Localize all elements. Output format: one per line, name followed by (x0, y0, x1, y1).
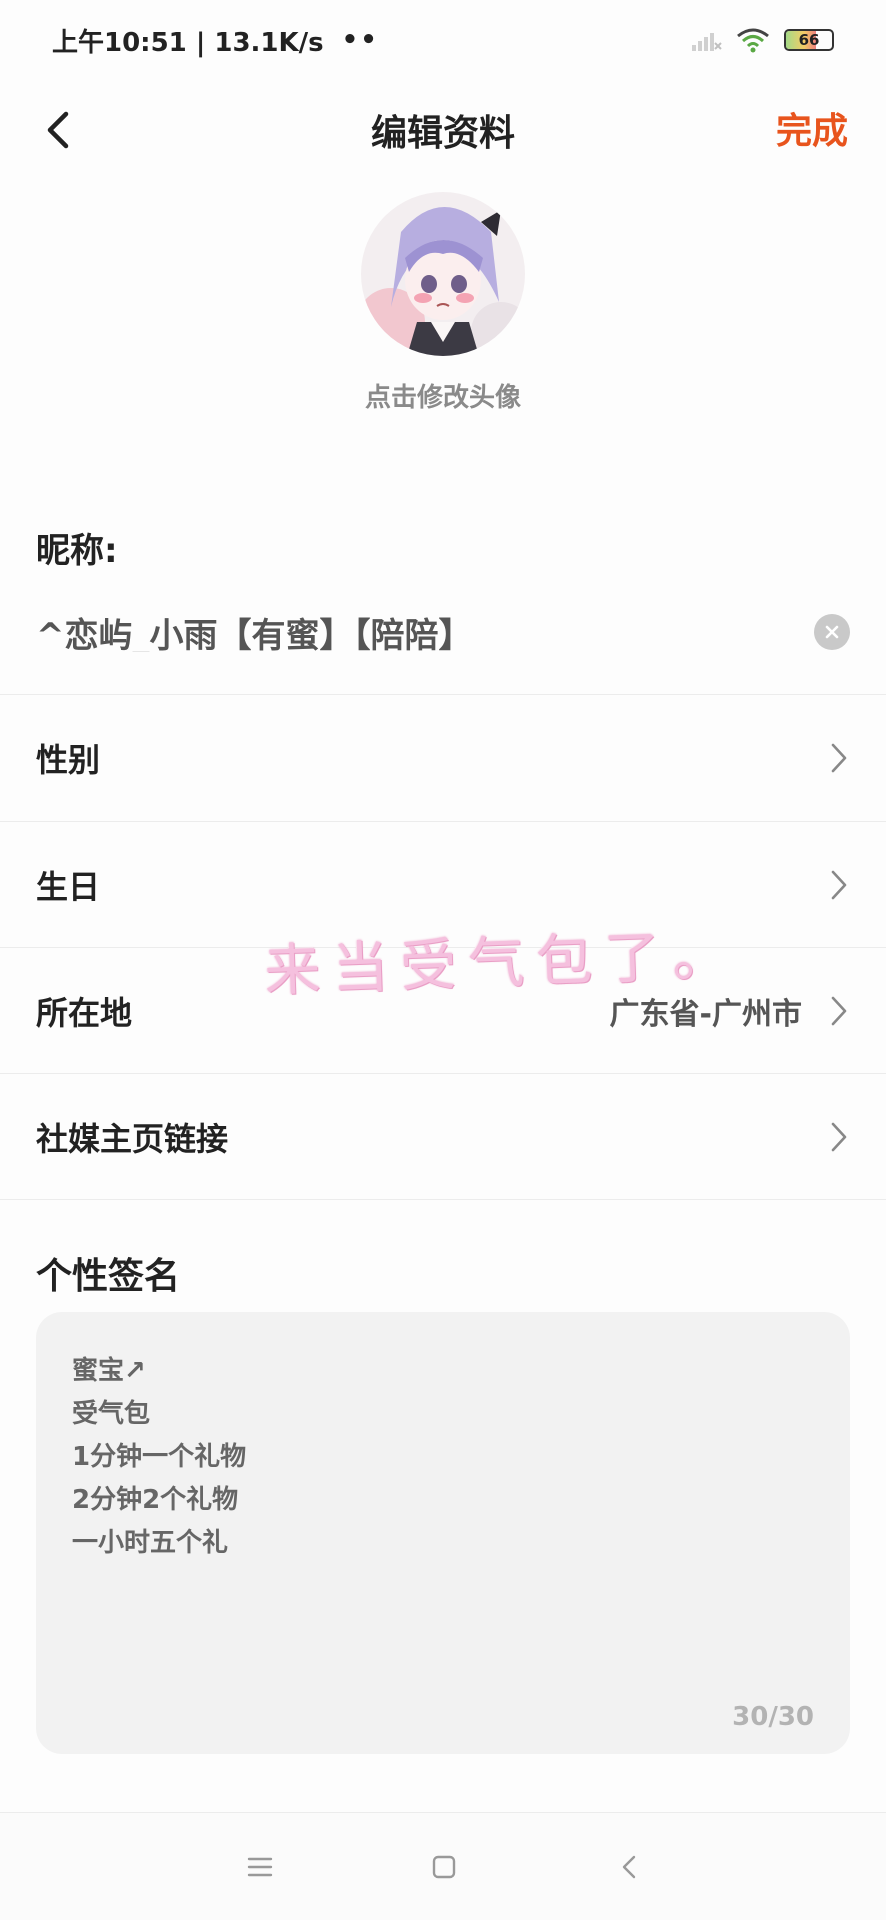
back-button[interactable] (36, 106, 80, 154)
row-social-link[interactable]: 社媒主页链接 (0, 1074, 886, 1200)
status-dots: •• (341, 25, 379, 55)
signature-line: 1分钟一个礼物 (72, 1442, 247, 1472)
signature-textarea[interactable]: 蜜宝↗ 受气包 1分钟一个礼物 2分钟2个礼物 一小时五个礼 30/30 (36, 1312, 850, 1754)
row-gender[interactable]: 性别 (0, 695, 886, 821)
birthday-label: 生日 (36, 868, 101, 906)
status-bar: 上午10:51 | 13.1K/s •• 66 (0, 0, 886, 80)
row-location[interactable]: 所在地 广东省-广州市 (0, 948, 886, 1074)
signature-line: 蜜宝↗ (72, 1356, 146, 1386)
status-left: 上午10:51 | 13.1K/s •• (52, 22, 379, 59)
nickname-label: 昵称: (36, 531, 118, 571)
wifi-icon (737, 28, 769, 53)
menu-icon[interactable] (242, 1849, 278, 1885)
signature-line: 2分钟2个礼物 (72, 1485, 239, 1515)
signature-line: 一小时五个礼 (72, 1528, 229, 1558)
divider (0, 1199, 886, 1200)
chevron-right-icon (831, 996, 847, 1026)
location-label: 所在地 (36, 994, 133, 1032)
system-nav-bar (0, 1812, 886, 1920)
nickname-input[interactable] (36, 612, 814, 652)
status-time-speed: 上午10:51 | 13.1K/s (52, 27, 324, 58)
avatar-hint: 点击修改头像 (364, 383, 521, 413)
signature-title: 个性签名 (36, 1256, 181, 1297)
back-nav-icon[interactable] (612, 1849, 648, 1885)
chevron-right-icon (831, 1122, 847, 1152)
chevron-right-icon (831, 743, 847, 773)
battery-icon: 66 (784, 29, 834, 51)
row-birthday[interactable]: 生日 (0, 822, 886, 948)
clear-button[interactable] (814, 614, 850, 650)
home-icon[interactable] (426, 1849, 462, 1885)
signature-counter: 30/30 (732, 1702, 814, 1732)
avatar-image (361, 192, 525, 356)
location-value: 广东省-广州市 (609, 997, 802, 1032)
done-button[interactable]: 完成 (776, 102, 848, 154)
signal-icon (692, 33, 722, 51)
page-title: 编辑资料 (370, 113, 515, 154)
chevron-right-icon (831, 870, 847, 900)
gender-label: 性别 (36, 741, 101, 779)
signature-line: 受气包 (72, 1399, 151, 1429)
nav-bar: 编辑资料 完成 (0, 80, 886, 180)
nickname-row (36, 600, 850, 664)
status-right: 66 (692, 26, 834, 54)
avatar[interactable] (361, 192, 525, 356)
battery-level: 66 (798, 31, 820, 49)
close-icon (825, 625, 839, 639)
social-link-label: 社媒主页链接 (36, 1120, 229, 1158)
